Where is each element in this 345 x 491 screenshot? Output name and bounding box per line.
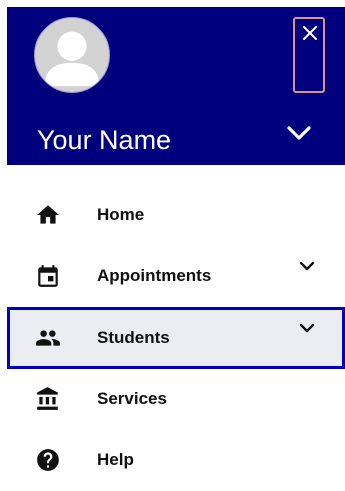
nav-item-label: Help [97,450,134,469]
chevron-down-icon[interactable] [298,321,316,335]
people-icon [36,330,60,346]
drawer-header: Your Name [7,7,345,165]
nav-item-label: Services [97,389,167,408]
close-icon [303,26,317,40]
home-icon [37,205,59,224]
user-menu-toggle[interactable] [285,122,313,144]
user-silhouette-icon [44,31,100,87]
chevron-down-icon[interactable] [298,259,316,273]
nav-item-students[interactable]: Students [7,307,345,369]
nav-item-appointments[interactable]: Appointments [7,245,345,307]
user-name: Your Name [37,125,172,155]
nav-item-label: Home [97,205,145,224]
nav-item-home[interactable]: Home [7,184,345,246]
chevron-down-icon [287,126,311,140]
help-circle-icon [37,449,59,471]
nav-item-label: Appointments [97,266,212,285]
close-button[interactable] [293,17,325,93]
bank-icon [37,387,58,410]
calendar-icon [38,265,58,287]
avatar[interactable] [34,17,110,93]
nav-item-label: Students [97,328,170,347]
nav-item-services[interactable]: Services [7,368,345,430]
